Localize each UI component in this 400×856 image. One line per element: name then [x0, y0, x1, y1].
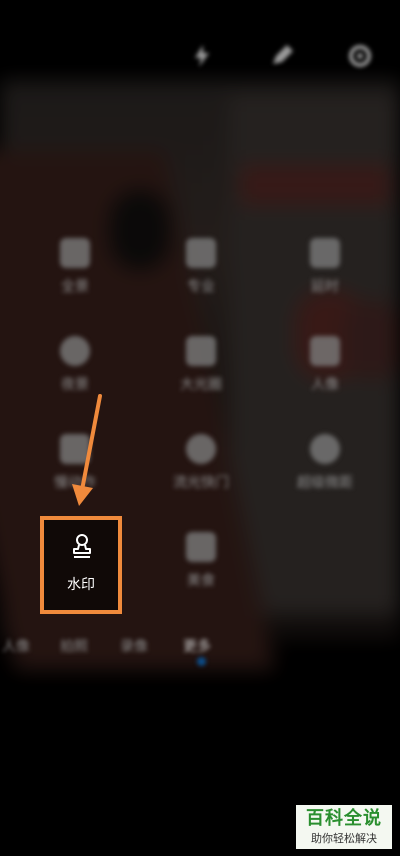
stamp-icon	[73, 534, 91, 558]
mode-strip-item[interactable]: 拍照	[60, 636, 88, 656]
mode-item[interactable]: 大光圈	[146, 336, 256, 394]
active-mode-indicator	[197, 657, 206, 666]
mode-8-icon	[186, 434, 216, 464]
mode-item[interactable]: 夜景	[20, 336, 130, 394]
settings-icon[interactable]	[346, 42, 374, 70]
mode-item[interactable]: 流光快门	[146, 434, 256, 492]
mode-1-icon	[60, 238, 90, 268]
mode-label: 全景	[61, 278, 89, 294]
mode-item[interactable]: 美食	[146, 532, 256, 590]
mode-item[interactable]: 全景	[20, 238, 130, 296]
mode-strip-item-active[interactable]: 更多	[183, 636, 211, 656]
mode-item[interactable]: 延时	[270, 238, 380, 296]
watermark-mode-button[interactable]: 水印	[40, 516, 122, 614]
mode-strip-item[interactable]: 录像	[120, 636, 148, 656]
mode-9-icon	[310, 434, 340, 464]
mode-item[interactable]: 超级微距	[270, 434, 380, 492]
mode-2-icon	[186, 238, 216, 268]
mode-label: 美食	[187, 572, 215, 588]
mode-3-icon	[310, 238, 340, 268]
mode-label: 大光圈	[180, 376, 222, 392]
mode-label: 流光快门	[173, 474, 229, 490]
mode-item[interactable]: 人像	[270, 336, 380, 394]
pointer-arrow-icon	[72, 394, 102, 506]
logo-title: 百科全说	[306, 808, 382, 828]
camera-screen: 全景 专业 延时 夜景 大光圈 人像 慢动作 流光快门 超级微距 美食 水印 人…	[0, 0, 400, 856]
mode-10-icon	[186, 532, 216, 562]
mode-strip-item[interactable]: 人像	[2, 636, 30, 656]
flash-icon[interactable]	[188, 42, 216, 70]
mode-label: 人像	[311, 376, 339, 392]
baike-logo: 百科全说 助你轻松解决	[296, 805, 392, 849]
mode-4-icon	[60, 336, 90, 366]
logo-subtitle: 助你轻松解决	[311, 833, 377, 845]
mode-item[interactable]: 专业	[146, 238, 256, 296]
mode-5-icon	[186, 336, 216, 366]
mode-6-icon	[310, 336, 340, 366]
top-bar	[0, 0, 400, 85]
watermark-label: 水印	[67, 576, 95, 592]
mode-label: 延时	[311, 278, 339, 294]
mode-label: 超级微距	[297, 474, 353, 490]
edit-icon[interactable]	[268, 42, 296, 70]
mode-label: 专业	[187, 278, 215, 294]
